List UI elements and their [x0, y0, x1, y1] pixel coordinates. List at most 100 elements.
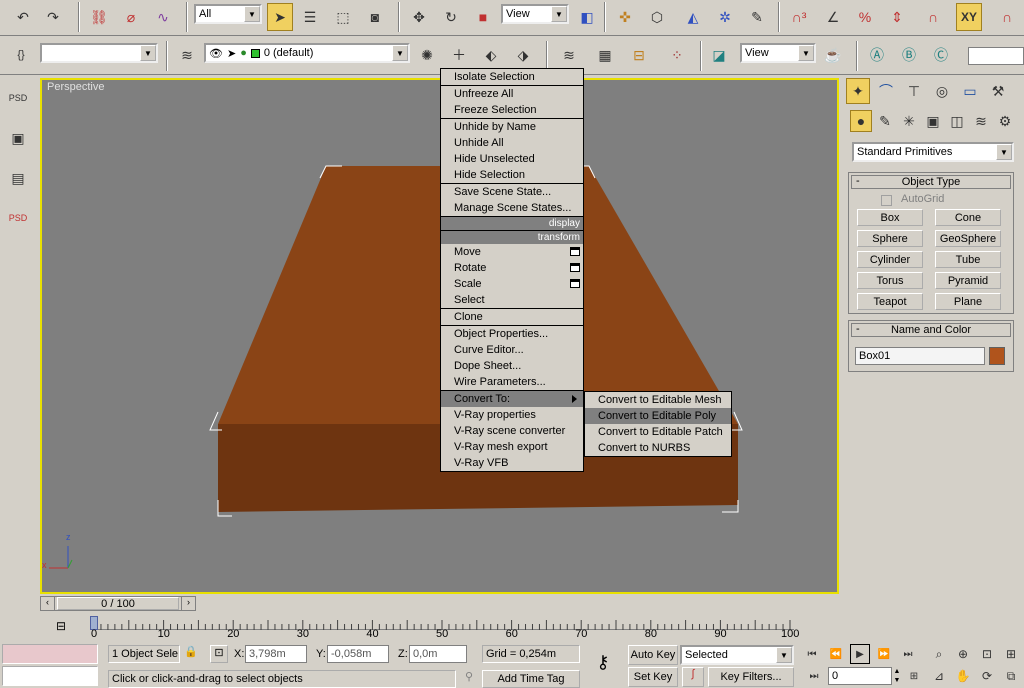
spinner-snap-icon[interactable]: ⇕ — [884, 3, 910, 31]
field-of-view-icon[interactable]: ⊿ — [928, 666, 950, 686]
key-shortcut-override-icon[interactable]: {} — [8, 41, 34, 69]
helpers-category-icon[interactable]: ◫ — [946, 110, 968, 132]
magnet-icon[interactable]: ∩ — [920, 3, 946, 31]
menu-item-isolate-selection[interactable]: Isolate Selection — [441, 69, 583, 85]
create-layer-icon[interactable]: ＋ — [446, 41, 472, 69]
curve-editor-icon[interactable]: ▦ — [592, 41, 618, 69]
document-icon[interactable]: ▤ — [5, 164, 31, 192]
create-tab[interactable]: ✦ — [846, 78, 870, 104]
time-slider-thumb[interactable]: 0 / 100 — [57, 597, 179, 610]
menu-item-unhide-by-name[interactable]: Unhide by Name — [441, 119, 583, 135]
settings-box-icon[interactable] — [570, 279, 580, 288]
x-coordinate-input[interactable]: 3,798m — [245, 645, 307, 663]
cylinder-button[interactable]: Cylinder — [857, 251, 923, 268]
key-mode-select[interactable]: Selected ▼ — [680, 645, 794, 665]
key-filters-button[interactable]: Key Filters... — [708, 667, 794, 687]
display-tab[interactable]: ▭ — [958, 78, 982, 104]
xy-axis-constraint-button[interactable]: XY — [956, 3, 982, 31]
menu-item-convert-to[interactable]: Convert To: — [441, 391, 583, 407]
trackbar-config-icon[interactable]: ⊟ — [52, 619, 70, 637]
default-in-out-tangents-icon[interactable]: ∫ — [682, 667, 704, 687]
time-slider-right-arrow[interactable]: › — [181, 597, 195, 610]
quick-render-icon[interactable]: ☕ — [820, 41, 846, 69]
time-slider[interactable]: ‹ 0 / 100 › — [40, 596, 196, 611]
space-warps-category-icon[interactable]: ≋ — [970, 110, 992, 132]
menu-item-dope-sheet[interactable]: Dope Sheet... — [441, 358, 583, 374]
settings-box-icon[interactable] — [570, 263, 580, 272]
geometry-category-icon[interactable]: ● — [850, 110, 872, 132]
menu-item-v-ray-mesh-export[interactable]: V-Ray mesh export — [441, 439, 583, 455]
menu-item-save-scene-state[interactable]: Save Scene State... — [441, 184, 583, 200]
shapes-category-icon[interactable]: ✎ — [874, 110, 896, 132]
sphere-button[interactable]: Sphere — [857, 230, 923, 247]
frame-spinner[interactable]: ▲ ▼ — [892, 667, 902, 685]
eraser-icon[interactable]: ✎ — [744, 3, 770, 31]
render-a-icon[interactable]: Ⓐ — [864, 41, 890, 69]
object-type-rollout-header[interactable]: - Object Type — [851, 175, 1011, 189]
go-to-end-icon[interactable]: ⏭ — [898, 644, 918, 664]
time-configuration-icon[interactable]: ⊞ — [904, 666, 924, 686]
object-color-swatch[interactable] — [989, 347, 1005, 365]
menu-item-v-ray-scene-converter[interactable]: V-Ray scene converter — [441, 423, 583, 439]
menu-item-object-properties[interactable]: Object Properties... — [441, 326, 583, 342]
keyboard-shortcut-icon[interactable]: ⬡ — [644, 3, 670, 31]
reference-coordinate-select[interactable]: View ▼ — [501, 4, 569, 24]
angle-snap-icon[interactable]: ∠ — [820, 3, 846, 31]
select-and-manipulate-icon[interactable]: ✜ — [612, 3, 638, 31]
menu-item-curve-editor[interactable]: Curve Editor... — [441, 342, 583, 358]
menu-item-unhide-all[interactable]: Unhide All — [441, 135, 583, 151]
window-crossing-icon[interactable]: ◙ — [362, 3, 388, 31]
snap-toggle-icon[interactable]: ∩ — [994, 3, 1020, 31]
teapot-button[interactable]: Teapot — [857, 293, 923, 310]
menu-item-v-ray-vfb[interactable]: V-Ray VFB — [441, 455, 583, 471]
play-icon[interactable]: ▶ — [850, 644, 870, 664]
motion-tab[interactable]: ◎ — [930, 78, 954, 104]
layer-manager-icon[interactable]: ≋ — [174, 41, 200, 69]
maximize-viewport-icon[interactable]: ⧉ — [1000, 666, 1022, 686]
zoom-icon[interactable]: ⌕ — [928, 644, 950, 664]
redo-icon[interactable]: ↷ — [40, 3, 66, 31]
menu-item-v-ray-properties[interactable]: V-Ray properties — [441, 407, 583, 423]
render-setup-icon[interactable]: ◪ — [706, 41, 732, 69]
previous-frame-icon[interactable]: ⏪ — [826, 644, 846, 664]
modify-tab[interactable]: ⌒ — [874, 78, 898, 104]
image-viewer-icon[interactable]: ▣ — [5, 124, 31, 152]
systems-category-icon[interactable]: ⚙ — [994, 110, 1016, 132]
mirror-icon[interactable]: ◭ — [680, 3, 706, 31]
select-object-button[interactable]: ➤ — [267, 3, 293, 31]
layers-icon[interactable]: ≋ — [556, 41, 582, 69]
rotate-icon[interactable]: ↻ — [438, 3, 464, 31]
key-mode-toggle-icon[interactable]: ⏭ — [804, 666, 824, 686]
y-coordinate-input[interactable]: -0,058m — [327, 645, 389, 663]
absolute-mode-icon[interactable]: ⊡ — [210, 645, 228, 663]
time-slider-left-arrow[interactable]: ‹ — [41, 597, 55, 610]
arc-rotate-icon[interactable]: ⟳ — [976, 666, 998, 686]
geosphere-button[interactable]: GeoSphere — [935, 230, 1001, 247]
add-time-tag-button[interactable]: Add Time Tag — [482, 670, 580, 688]
set-current-layer-icon[interactable]: ⬗ — [510, 41, 536, 69]
render-b-icon[interactable]: Ⓑ — [896, 41, 922, 69]
hierarchy-tab[interactable]: ⊤ — [902, 78, 926, 104]
percent-snap-icon[interactable]: % — [852, 3, 878, 31]
menu-item-rotate[interactable]: Rotate — [441, 260, 583, 276]
snap-3d-icon[interactable]: ∩³ — [786, 3, 812, 31]
menu-item-manage-scene-states[interactable]: Manage Scene States... — [441, 200, 583, 216]
next-frame-icon[interactable]: ⏩ — [874, 644, 894, 664]
plane-button[interactable]: Plane — [935, 293, 1001, 310]
move-icon[interactable]: ✥ — [406, 3, 432, 31]
menu-item-wire-parameters[interactable]: Wire Parameters... — [441, 374, 583, 390]
menu-item-convert-to-editable-poly[interactable]: Convert to Editable Poly — [585, 408, 731, 424]
zoom-extents-icon[interactable]: ⊡ — [976, 644, 998, 664]
menu-item-convert-to-nurbs[interactable]: Convert to NURBS — [585, 440, 731, 456]
pyramid-button[interactable]: Pyramid — [935, 272, 1001, 289]
zoom-extents-all-icon[interactable]: ⊞ — [1000, 644, 1022, 664]
rectangle-selection-icon[interactable]: ⬚ — [330, 3, 356, 31]
scale-icon[interactable]: ■ — [470, 3, 496, 31]
pivot-center-icon[interactable]: ◧ — [574, 3, 600, 31]
primitive-category-select[interactable]: Standard Primitives ▼ — [852, 142, 1014, 162]
render-c-icon[interactable]: Ⓒ — [928, 41, 954, 69]
add-selection-to-layer-icon[interactable]: ⬖ — [478, 41, 504, 69]
maxscript-listener-pink[interactable] — [2, 644, 98, 664]
undo-icon[interactable]: ↶ — [10, 3, 36, 31]
menu-item-convert-to-editable-mesh[interactable]: Convert to Editable Mesh — [585, 392, 731, 408]
